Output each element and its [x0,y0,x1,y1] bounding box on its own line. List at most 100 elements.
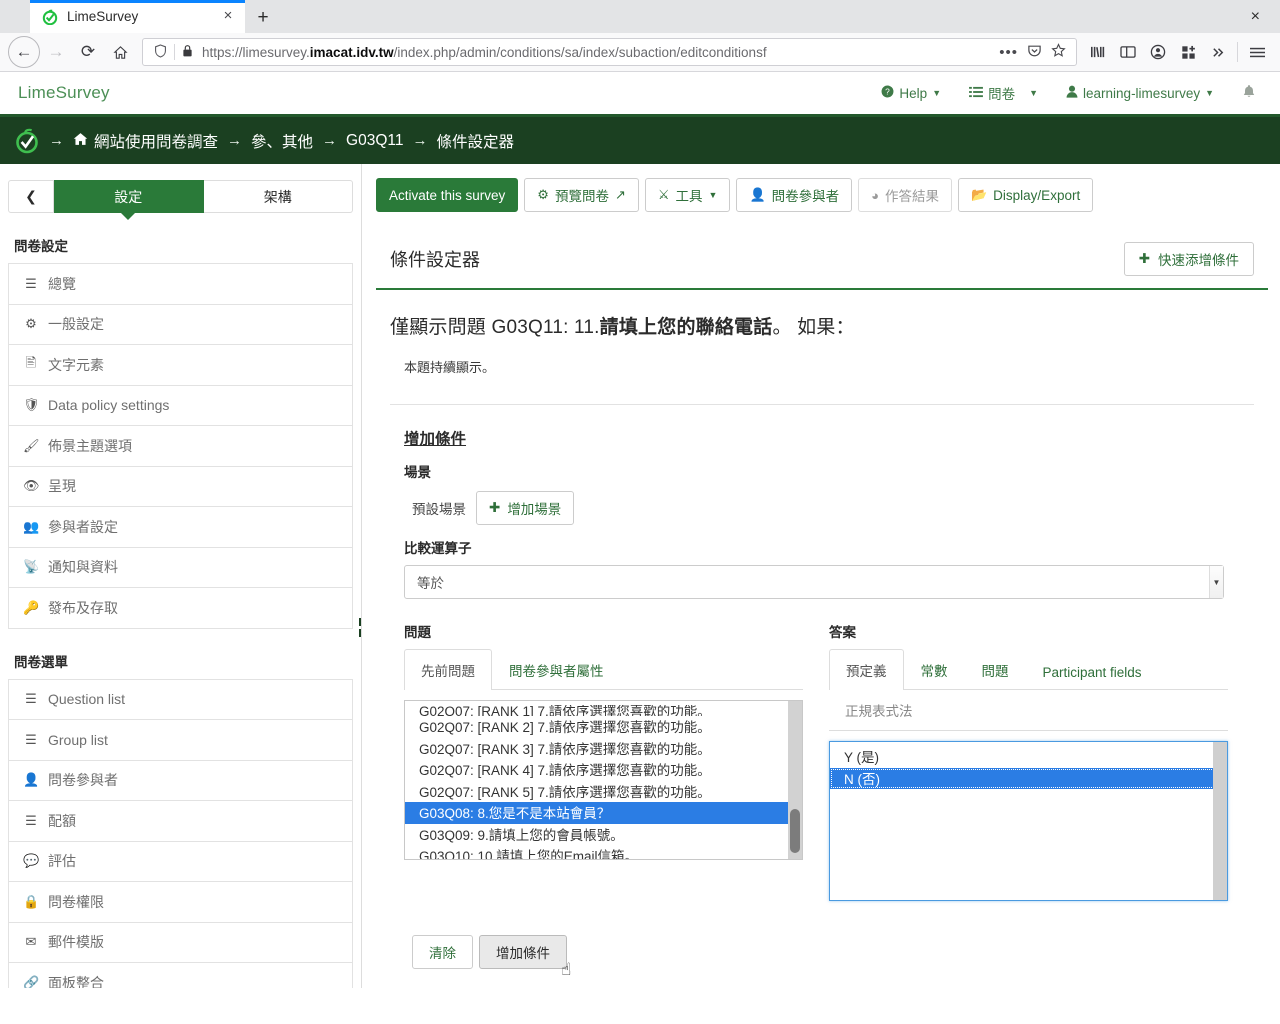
forward-button[interactable]: → [40,36,72,68]
preview-survey-label: 預覽問卷 [554,189,609,204]
breadcrumb-item-group[interactable]: 參、其他 [251,130,313,152]
window-close-button[interactable]: × [1243,8,1268,26]
breadcrumb-item-question[interactable]: G03Q11 [346,132,403,150]
brand-title[interactable]: LimeSurvey [18,83,110,103]
sidebar-item-publication-access[interactable]: 🔑 發布及存取 [9,588,352,629]
chevron-down-icon[interactable]: ▼ [1209,566,1223,598]
responses-button[interactable]: ◕ 作答結果 [858,178,952,212]
sidebar-item-overview[interactable]: ☰ 總覽 [9,264,352,305]
list-item[interactable]: Y (是) [830,746,1227,768]
bell-icon[interactable] [1228,84,1262,103]
pocket-icon[interactable] [1022,43,1047,61]
list-item[interactable]: G03Q10: 10.請填上您的Email信箱。 [405,845,802,859]
limesurvey-logo[interactable] [14,128,40,154]
link-icon: 🔗 [23,974,40,988]
tab-previous-questions[interactable]: 先前問題 [404,649,492,690]
preview-survey-button[interactable]: ⚙ 預覽問卷 ↗ [524,178,639,212]
list-item[interactable]: G02Q07: [RANK 3] 7.請依序選擇您喜歡的功能。 [405,738,802,760]
list-alt-icon: ☰ [25,731,37,747]
paintbrush-icon: 🖌 [23,437,40,453]
list-icon: ☰ [25,275,37,291]
tools-button[interactable]: ⚔ 工具 ▼ [644,178,731,212]
sidebar-item-question-list[interactable]: ☰ Question list [9,680,352,720]
sidebar-tab-structure[interactable]: 架構 [203,180,353,213]
sidebar-resize-handle[interactable] [356,614,361,640]
lock-icon[interactable] [177,44,198,61]
menu-icon[interactable] [1242,37,1272,67]
svg-text:?: ? [886,87,891,97]
sidebar-item-quotas[interactable]: ☰ 配額 [9,801,352,842]
home-button[interactable] [104,36,136,68]
chevron-left-icon[interactable]: ❮ [8,180,54,213]
tab-predefined[interactable]: 預定義 [829,649,904,690]
quick-add-condition-button[interactable]: ✚ 快速添增條件 [1123,242,1254,276]
add-scenario-button[interactable]: ✚ 增加場景 [476,491,575,525]
account-icon[interactable] [1143,37,1173,67]
back-button[interactable]: ← [8,36,40,68]
display-export-button[interactable]: 📂 Display/Export [957,178,1094,212]
overflow-icon[interactable] [1203,37,1233,67]
scrollbar-thumb[interactable] [790,809,800,853]
sidebar-item-survey-permissions[interactable]: 🔒 問卷權限 [9,882,352,923]
breadcrumb-arrow: → [322,132,338,149]
page-title: 條件設定器 [390,250,480,270]
tab-regular-expression[interactable]: 正規表式法 [829,690,929,730]
answer-listbox-scrollbar[interactable] [1213,742,1227,900]
browser-tab-limesurvey[interactable]: LimeSurvey × [30,0,245,33]
sidebar-icon[interactable] [1113,37,1143,67]
answer-listbox[interactable]: Y (是) N (否) [829,741,1228,901]
list-item[interactable]: G02Q07: [RANK 5] 7.請依序選擇您喜歡的功能。 [405,781,802,803]
question-listbox-scrollbar[interactable] [788,701,802,859]
sidebar-item-survey-participants[interactable]: 👤 問卷參與者 [9,761,352,801]
star-icon[interactable] [1047,42,1070,62]
shield-icon[interactable] [149,43,172,61]
add-condition-button[interactable]: 增加條件 [479,935,567,969]
sidebar-item-notifications[interactable]: 📡 通知與資料 [9,548,352,588]
activate-survey-button[interactable]: Activate this survey [376,178,519,212]
sidebar-item-panel-integration[interactable]: 🔗 面板整合 [9,963,352,988]
sidebar-item-group-list[interactable]: ☰ Group list [9,720,352,761]
scrollbar-thumb[interactable] [1215,742,1225,900]
sidebar-item-general-settings[interactable]: ⚙ 一般設定 [9,305,352,345]
header-nav-account[interactable]: learning-limesurvey ▼ [1052,85,1228,101]
list-item[interactable]: G02Q07: [RANK 1] 7.請依序選擇您喜歡的功能。 [405,705,802,716]
url-bar[interactable]: https://limesurvey.imacat.idv.tw/index.p… [142,38,1077,66]
survey-participants-button[interactable]: 👤 問卷參與者 [736,178,853,212]
library-icon[interactable] [1083,37,1113,67]
sidebar-group-heading-menu: 問卷選單 [14,654,68,670]
breadcrumb-item-survey-label: 網站使用問卷調查 [94,133,219,151]
cursor-pointer-icon: ☝ [561,960,572,979]
sidebar-item-presentation[interactable]: 👁 呈現 [9,467,352,507]
sidebar-item-email-templates[interactable]: ✉ 郵件模版 [9,923,352,963]
page-actions-icon[interactable]: ••• [995,44,1022,61]
extensions-icon[interactable] [1173,37,1203,67]
header-nav-help[interactable]: ? Help ▼ [867,85,955,101]
list-item-selected[interactable]: N (否) [830,767,1227,789]
url-text[interactable]: https://limesurvey.imacat.idv.tw/index.p… [198,45,995,60]
list-item-selected[interactable]: G03Q08: 8.您是不是本站會員？ [405,802,802,824]
sidebar-list-menu: ☰ Question list ☰ Group list 👤 問卷參與者 ☰ 配… [8,678,353,988]
list-item[interactable]: G02Q07: [RANK 4] 7.請依序選擇您喜歡的功能。 [405,759,802,781]
tab-question[interactable]: 問題 [965,649,1026,690]
header-nav-surveys-caret[interactable]: ▼ [1029,88,1052,98]
breadcrumb-item-survey[interactable]: 網站使用問卷調查 [73,130,218,152]
sidebar-item-data-policy[interactable]: 🛡 Data policy settings [9,386,352,426]
clear-button[interactable]: 清除 [412,935,473,969]
comparison-operator-select[interactable]: 等於 ▼ [404,565,1224,599]
list-item[interactable]: G03Q09: 9.請填上您的會員帳號。 [405,824,802,846]
sidebar-item-assessments[interactable]: 💬 評估 [9,842,352,882]
new-tab-button[interactable]: + [245,4,281,33]
reload-button[interactable]: ⟳ [72,36,104,68]
list-item[interactable]: G02Q07: [RANK 2] 7.請依序選擇您喜歡的功能。 [405,716,802,738]
sidebar-item-theme-options[interactable]: 🖌 佈景主題選項 [9,426,352,467]
sidebar-item-participant-settings[interactable]: 👥 參與者設定 [9,507,352,548]
tab-constant[interactable]: 常數 [904,649,965,690]
tab-participant-attributes[interactable]: 問卷參與者屬性 [492,649,621,690]
header-nav-surveys[interactable]: 問卷 [955,83,1029,103]
operator-label: 比較運算子 [404,541,472,556]
sidebar-item-text-elements[interactable]: 🖹 文字元素 [9,345,352,386]
question-listbox[interactable]: G02Q07: [RANK 1] 7.請依序選擇您喜歡的功能。 G02Q07: … [404,700,803,860]
close-icon[interactable]: × [217,6,239,28]
sidebar-tab-settings[interactable]: 設定 [54,180,204,220]
tab-participant-fields[interactable]: Participant fields [1026,654,1159,690]
